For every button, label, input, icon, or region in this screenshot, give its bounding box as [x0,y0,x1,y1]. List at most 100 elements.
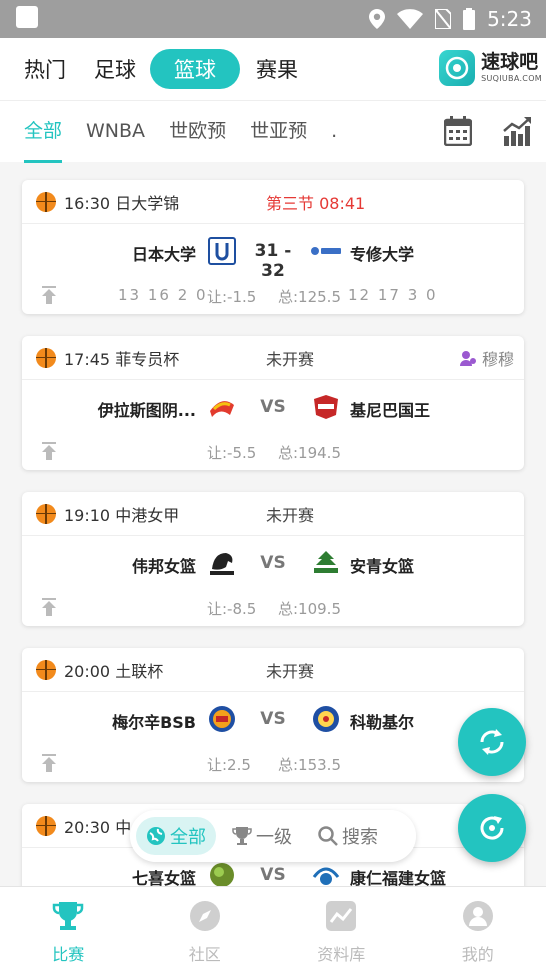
status-bar: 5:23 [0,0,546,38]
home-team: 梅尔辛BSB [112,713,196,732]
subtab-asia-qual[interactable]: 世亚预 [250,101,307,163]
home-team-logo [209,706,235,732]
away-team: 科勒基尔 [350,713,415,732]
away-team-logo [314,551,338,573]
basketball-icon [36,191,56,212]
match-card[interactable]: 20:00 土联杯 未开赛 梅尔辛BSB VS 科勒基尔 让:2.5 总:153… [22,648,524,782]
vs-label: VS [260,397,286,417]
pin-icon[interactable] [40,598,58,616]
nav-profile[interactable]: 我的 [410,887,546,972]
filter-bar: 全部 一级 搜索 [130,810,416,862]
match-card[interactable]: 19:10 中港女甲 未开赛 伟邦女篮 VS 安青女篮 让:-8.5 总:109… [22,492,524,626]
subtab-euro-qual[interactable]: 世欧预 [169,101,226,163]
battery-icon [463,8,476,30]
sync-button[interactable] [458,794,526,862]
user-icon [459,350,476,366]
stats-chart-icon[interactable] [502,116,532,146]
notification-icon [16,5,38,28]
profile-icon [462,901,493,931]
match-status: 未开赛 [266,661,315,681]
home-team: 伊拉斯图阴... [97,401,196,420]
sync-icon [480,816,504,840]
status-time: 5:23 [487,7,532,31]
location-icon [369,9,386,29]
pin-icon[interactable] [40,442,58,460]
total-points: 总:194.5 [278,444,341,462]
vs-label: VS [260,553,286,573]
trophy-icon [232,827,252,845]
match-status: 未开赛 [266,505,315,525]
basketball-icon [36,503,56,524]
pin-icon[interactable] [40,286,58,304]
refresh-button[interactable] [458,708,526,776]
brand-name: 速球吧 [481,51,539,73]
nav-label: 我的 [461,945,494,964]
handicap: 让:2.5 [207,756,251,774]
basketball-icon [36,347,56,368]
home-team: 伟邦女篮 [131,557,196,576]
pin-icon[interactable] [40,754,58,772]
tab-football[interactable]: 足球 [94,54,136,84]
nav-label: 比赛 [52,945,85,964]
tab-results[interactable]: 赛果 [256,54,298,84]
home-team-logo [210,863,234,887]
nav-database[interactable]: 资料库 [273,887,410,972]
subtab-more[interactable]: . [331,101,337,163]
subtab-all[interactable]: 全部 [24,101,63,163]
match-time-league: 20:00 土联杯 [64,661,164,681]
compass-icon [189,901,220,931]
nav-matches[interactable]: 比赛 [0,887,137,972]
total-points: 总:125.5 [278,288,341,306]
top-nav: 热门 足球 篮球 赛果 速球吧 SUQIUBA.COM [0,38,546,100]
brand-url: SUQIUBA.COM [481,74,542,83]
bottom-nav: 比赛 社区 资料库 我的 [0,886,546,972]
filter-all[interactable]: 全部 [136,817,216,855]
home-team-logo [210,553,234,575]
match-card[interactable]: 17:45 菲专员杯 未开赛 穆穆 伊拉斯图阴... VS 基尼巴国王 让:-5… [22,336,524,470]
chart-icon [326,901,357,931]
trophy-icon [53,902,84,930]
match-time-league: 16:30 日大学锦 [64,193,180,213]
filter-search[interactable]: 搜索 [308,817,388,855]
refresh-icon [480,729,504,755]
handicap: 让:-8.5 [207,600,257,618]
handicap: 让:-1.5 [207,288,257,306]
away-team: 专修大学 [350,245,415,264]
calendar-icon[interactable] [444,116,472,146]
vs-label: VS [260,865,286,885]
match-card[interactable]: 16:30 日大学锦 第三节 08:41 日本大学 31 - 32 专修大学 1… [22,180,524,314]
away-team: 安青女篮 [350,557,415,576]
away-team-logo [311,247,341,255]
away-team-logo [313,706,339,732]
match-status: 第三节 08:41 [266,193,366,213]
subtab-wnba[interactable]: WNBA [86,101,145,163]
total-points: 总:153.5 [278,756,341,774]
away-team-logo [312,867,340,885]
home-quarter-scores: 13 16 2 0 [118,286,208,304]
vs-label: VS [260,709,286,729]
brand-logo: 速球吧 SUQIUBA.COM [439,50,542,86]
match-score: 31 - 32 [254,241,292,281]
tipster-name: 穆穆 [481,349,514,369]
nav-label: 资料库 [317,945,366,964]
league-tabs: 全部 WNBA 世欧预 世亚预 . [0,100,546,163]
globe-icon [147,827,165,845]
wifi-icon [397,9,424,29]
match-status: 未开赛 [266,349,315,369]
search-icon [318,826,338,846]
away-team: 基尼巴国王 [350,401,431,420]
nav-community[interactable]: 社区 [137,887,274,972]
tipster-badge[interactable]: 穆穆 [459,346,514,370]
brand-ball-icon [439,50,476,86]
away-team-logo [314,395,338,419]
home-team-logo [210,401,234,417]
total-points: 总:109.5 [278,600,341,618]
tab-hot[interactable]: 热门 [24,54,66,84]
nav-label: 社区 [188,945,221,964]
home-team: 日本大学 [131,245,196,264]
match-time-league: 17:45 菲专员杯 [64,349,180,369]
handicap: 让:-5.5 [207,444,257,462]
tab-basketball[interactable]: 篮球 [150,49,240,89]
no-sim-icon [435,9,452,29]
filter-first-tier[interactable]: 一级 [222,817,302,855]
